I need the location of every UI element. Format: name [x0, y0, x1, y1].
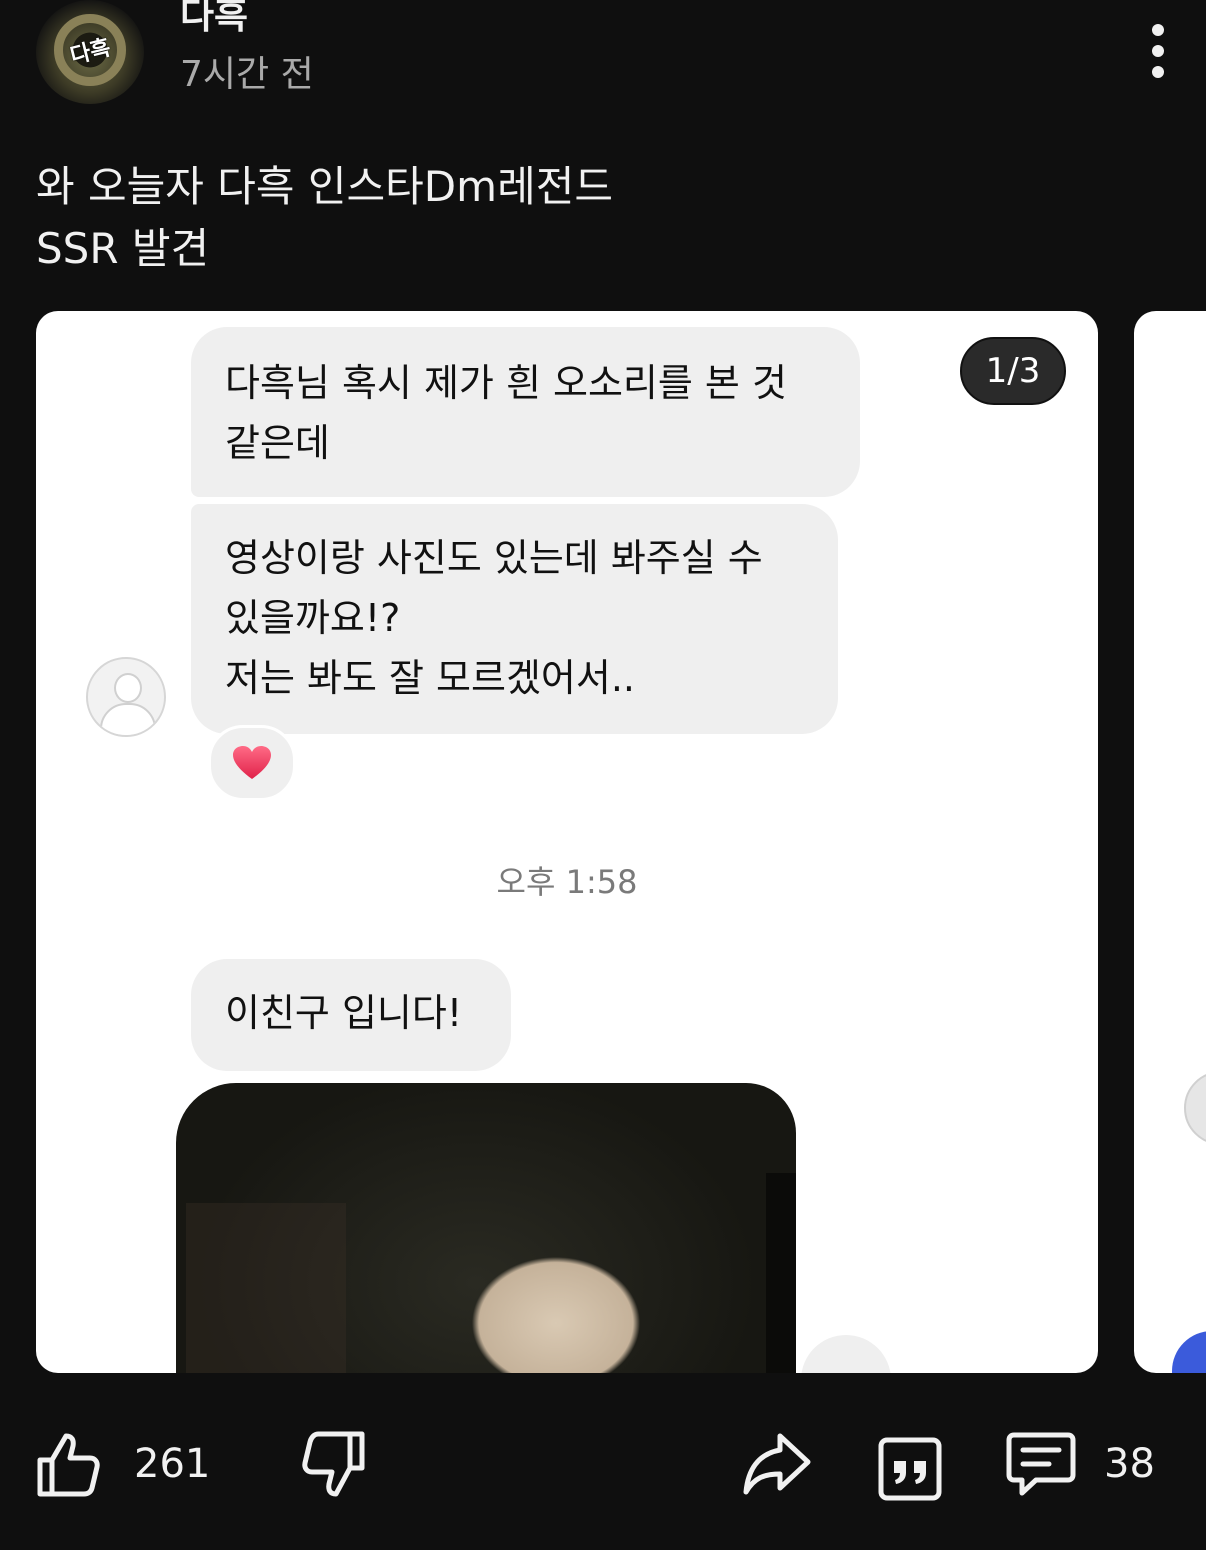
dm-message-bubble: 다흑님 혹시 제가 흰 오소리를 본 것 같은데 — [191, 327, 860, 497]
dm-message-line: 영상이랑 사진도 있는데 봐주실 수 — [225, 536, 763, 580]
dm-message-line: 저는 봐도 잘 모르겠어서.. — [225, 656, 635, 700]
more-options-button[interactable] — [1138, 24, 1178, 78]
comment-button[interactable]: 38 — [1006, 1424, 1155, 1504]
comment-count: 38 — [1104, 1441, 1155, 1487]
carousel-image[interactable]: 다흑님 혹시 제가 흰 오소리를 본 것 같은데 영상이랑 사진도 있는데 봐주… — [36, 311, 1098, 1373]
thumb-down-icon — [302, 1431, 365, 1497]
post-body: 와 오늘자 다흑 인스타Dm레전드 SSR 발견 — [36, 156, 1156, 280]
like-button[interactable]: 261 — [36, 1424, 210, 1504]
like-count: 261 — [134, 1441, 211, 1487]
dm-sender-avatar-icon — [86, 657, 166, 737]
dm-message-line: 다흑님 혹시 제가 흰 오소리를 본 것 — [225, 361, 787, 405]
post-time: 7시간 전 — [180, 54, 314, 95]
dm-message-line: 같은데 — [225, 421, 330, 465]
dm-message-bubble: 이친구 입니다! — [191, 959, 511, 1071]
carousel-next-image[interactable] — [1134, 311, 1206, 1373]
more-dot-icon — [1152, 45, 1164, 57]
carousel-counter: 1/3 — [960, 337, 1066, 405]
quote-button[interactable] — [878, 1434, 942, 1504]
post-body-line: 와 오늘자 다흑 인스타Dm레전드 — [36, 162, 613, 211]
more-dot-icon — [1152, 66, 1164, 78]
heart-icon — [233, 746, 271, 779]
more-dot-icon — [1152, 24, 1164, 36]
author-avatar[interactable]: 다흑 — [36, 0, 144, 104]
quote-icon — [878, 1437, 942, 1501]
dm-timestamp: 오후 1:58 — [496, 863, 638, 901]
dislike-button[interactable] — [300, 1424, 366, 1504]
share-icon — [743, 1433, 811, 1495]
dm-message-bubble: 영상이랑 사진도 있는데 봐주실 수 있을까요!? 저는 봐도 잘 모르겠어서.… — [191, 504, 838, 734]
dm-message-line: 있을까요!? — [225, 596, 401, 640]
thumb-up-icon — [37, 1433, 100, 1497]
dm-attached-photo — [176, 1083, 796, 1373]
reaction-badge — [208, 725, 296, 801]
comment-icon — [1006, 1432, 1076, 1496]
dm-corner-chip — [801, 1335, 891, 1373]
author-name[interactable]: 다흑 — [180, 0, 248, 40]
share-button[interactable] — [740, 1424, 812, 1504]
dm-message-line: 이친구 입니다! — [225, 991, 463, 1035]
post-body-line: SSR 발견 — [36, 224, 210, 273]
